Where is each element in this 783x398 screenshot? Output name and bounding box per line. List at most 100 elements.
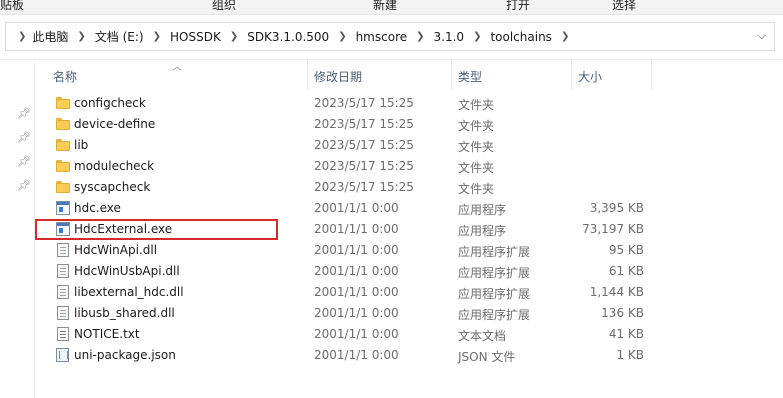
file-type: 应用程序扩展 [458,266,531,280]
file-row[interactable]: HdcWinUsbApi.dll 2001/1/1 0:00 应用程序扩展 61… [35,261,783,282]
folder-icon [56,118,70,132]
file-name: modulecheck [74,159,155,173]
chevron-right-icon[interactable]: ❯ [223,31,245,42]
breadcrumb-3-1-0[interactable]: 3.1.0 [432,30,467,44]
file-size: 41 KB [608,327,644,341]
text-file-icon [57,327,69,341]
file-name: libexternal_hdc.dll [74,285,184,299]
file-date: 2023/5/17 15:25 [314,96,414,110]
file-type: 文件夹 [458,98,495,112]
ribbon-group-select: 选择 [612,0,637,12]
address-row: ❯ 此电脑 ❯ 文档 (E:) ❯ HOSSDK ❯ SDK3.1.0.500 … [0,15,783,60]
file-row[interactable]: HdcWinApi.dll 2001/1/1 0:00 应用程序扩展 95 KB [35,240,783,261]
file-row[interactable]: libexternal_hdc.dll 2001/1/1 0:00 应用程序扩展… [35,282,783,303]
file-row[interactable]: modulecheck 2023/5/17 15:25 文件夹 [35,156,783,177]
column-divider[interactable] [571,60,572,90]
file-date: 2001/1/1 0:00 [314,264,399,278]
breadcrumb-hossdk[interactable]: HOSSDK [168,30,223,44]
breadcrumb-sdk-version[interactable]: SDK3.1.0.500 [245,30,331,44]
chevron-right-icon[interactable]: ❯ [70,31,92,42]
file-type: 应用程序扩展 [458,308,531,322]
file-type: 文件夹 [458,182,495,196]
chevron-right-icon[interactable]: ❯ [409,31,431,42]
exe-icon [56,201,70,215]
file-size: 61 KB [608,264,644,278]
chevron-right-icon[interactable]: ❯ [554,31,576,42]
file-size: 1 KB [616,348,644,362]
dll-icon [57,243,69,257]
column-header: ︿ 名称 修改日期 类型 大小 [35,60,783,90]
pin-icon[interactable]: 📌︎ [17,156,31,168]
file-name: device-define [74,117,156,131]
breadcrumb-toolchains[interactable]: toolchains [488,30,553,44]
file-row[interactable]: uni-package.json 2001/1/1 0:00 JSON 文件 1… [35,345,783,366]
chevron-right-icon[interactable]: ❯ [331,31,353,42]
file-type: 文件夹 [458,161,495,175]
pin-icon[interactable]: 📌︎ [17,108,31,120]
file-row[interactable]: configcheck 2023/5/17 15:25 文件夹 [35,93,783,114]
file-date: 2023/5/17 15:25 [314,138,414,152]
file-row[interactable]: libusb_shared.dll 2001/1/1 0:00 应用程序扩展 1… [35,303,783,324]
file-name: HdcWinUsbApi.dll [74,264,180,278]
navigation-pane: 📌︎ 📌︎ 📌︎ 📌︎ [0,60,34,398]
file-type: 文件夹 [458,140,495,154]
file-date: 2001/1/1 0:00 [314,306,399,320]
file-type: 文本文档 [458,329,507,343]
ribbon-group-open: 打开 [506,0,531,12]
file-date: 2001/1/1 0:00 [314,285,399,299]
folder-icon [56,139,70,153]
file-size: 73,197 KB [582,222,644,236]
breadcrumb-hmscore[interactable]: hmscore [354,30,410,44]
file-type: 应用程序扩展 [458,245,531,259]
file-date: 2001/1/1 0:00 [314,243,399,257]
dll-icon [57,306,69,320]
file-date: 2023/5/17 15:25 [314,159,414,173]
file-date: 2001/1/1 0:00 [314,201,399,215]
file-date: 2023/5/17 15:25 [314,180,414,194]
chevron-down-icon[interactable]: ⌵ [758,29,766,43]
pin-icon[interactable]: 📌︎ [17,132,31,144]
highlight-box [35,219,278,240]
file-row[interactable]: NOTICE.txt 2001/1/1 0:00 文本文档 41 KB [35,324,783,345]
breadcrumb-drive-e[interactable]: 文档 (E:) [93,28,146,45]
chevron-right-icon[interactable]: ❯ [146,31,168,42]
column-divider[interactable] [451,60,452,90]
file-size: 1,144 KB [589,285,644,299]
file-name: hdc.exe [74,201,121,215]
address-bar[interactable]: ❯ 此电脑 ❯ 文档 (E:) ❯ HOSSDK ❯ SDK3.1.0.500 … [5,22,775,51]
column-header-size[interactable]: 大小 [578,68,602,85]
file-name: libusb_shared.dll [74,306,175,320]
ribbon-group-clipboard: 贴板 [0,0,25,12]
file-name: lib [74,138,89,152]
column-header-type[interactable]: 类型 [458,68,482,85]
pin-icon[interactable]: 📌︎ [17,180,31,192]
breadcrumb-this-pc[interactable]: 此电脑 [30,28,70,45]
file-type: 应用程序 [458,224,507,238]
dll-icon [57,285,69,299]
file-size: 3,395 KB [589,201,644,215]
column-header-name[interactable]: 名称 [53,68,77,85]
file-row[interactable]: device-define 2023/5/17 15:25 文件夹 [35,114,783,135]
file-name: NOTICE.txt [74,327,140,341]
file-name: configcheck [74,96,146,110]
sort-up-icon: ︿ [172,62,182,73]
file-date: 2023/5/17 15:25 [314,117,414,131]
column-divider[interactable] [651,60,652,90]
folder-icon [56,97,70,111]
chevron-right-icon[interactable]: ❯ [466,31,488,42]
folder-icon [56,181,70,195]
ribbon-group-new: 新建 [373,0,398,12]
file-row[interactable]: lib 2023/5/17 15:25 文件夹 [35,135,783,156]
file-date: 2001/1/1 0:00 [314,348,399,362]
file-row[interactable]: syscapcheck 2023/5/17 15:25 文件夹 [35,177,783,198]
chevron-right-icon[interactable]: ❯ [6,31,30,42]
file-size: 136 KB [601,306,644,320]
column-header-date[interactable]: 修改日期 [314,68,362,85]
file-type: JSON 文件 [458,350,516,364]
folder-icon [56,160,70,174]
file-type: 应用程序 [458,203,507,217]
file-type: 文件夹 [458,119,495,133]
file-name: HdcWinApi.dll [74,243,158,257]
file-row[interactable]: hdc.exe 2001/1/1 0:00 应用程序 3,395 KB [35,198,783,219]
column-divider[interactable] [307,60,308,90]
